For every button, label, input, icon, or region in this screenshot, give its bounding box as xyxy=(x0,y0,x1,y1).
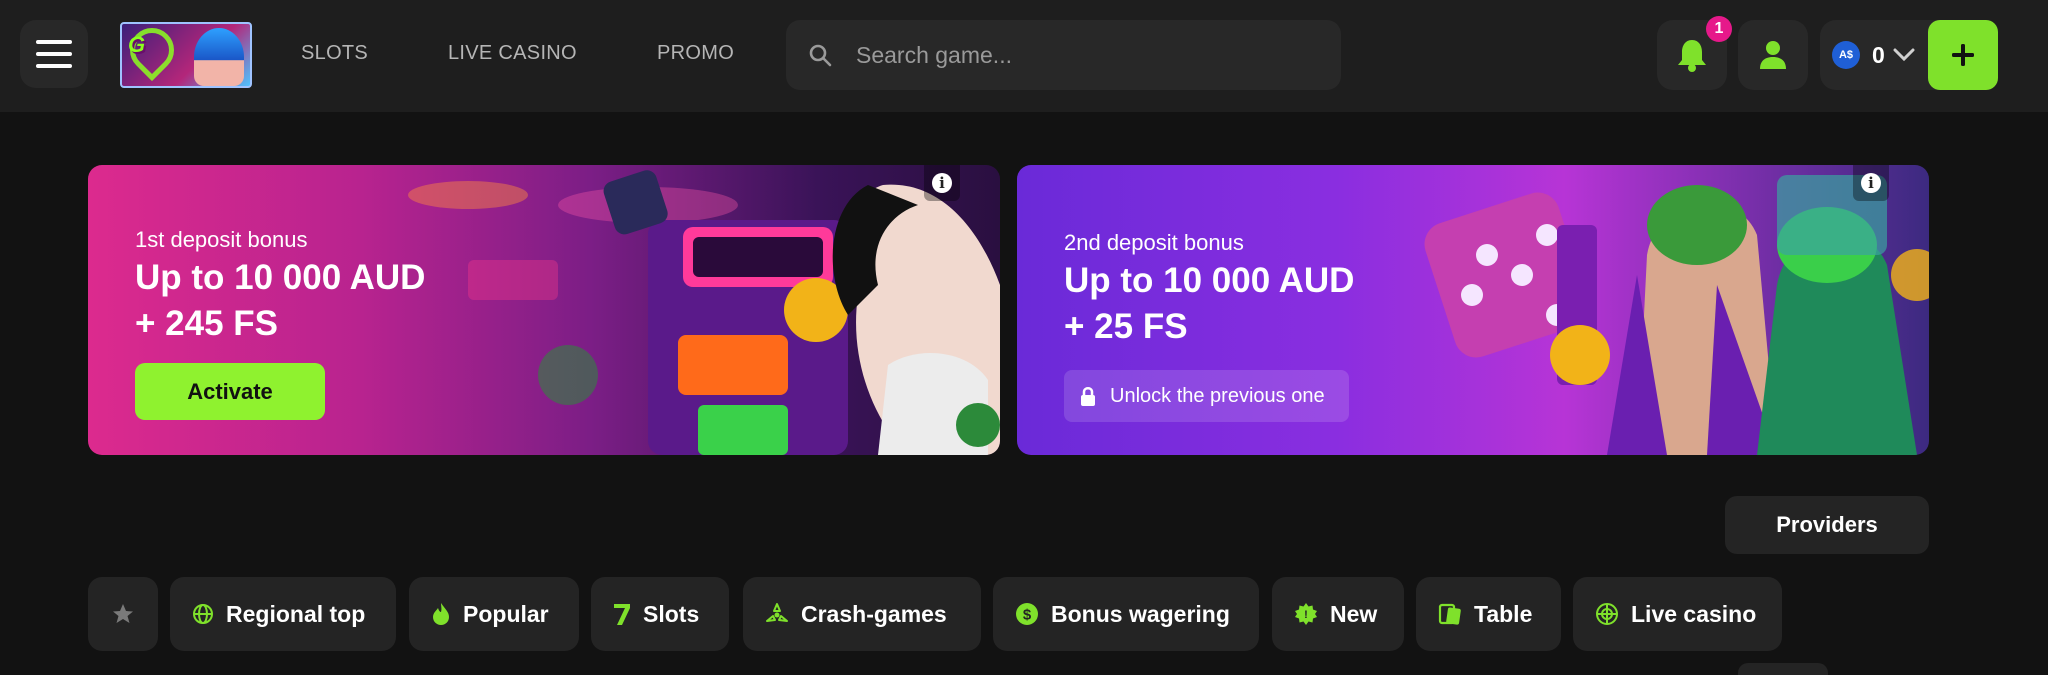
flame-icon xyxy=(433,603,449,625)
first-deposit-banner[interactable]: i 1st deposit bonus Up to 10 000 AUD + 2… xyxy=(88,165,1000,455)
banner-title-amount: Up to 10 000 AUD xyxy=(1064,261,1355,300)
seven-icon xyxy=(614,604,630,625)
star-icon xyxy=(113,604,133,623)
second-deposit-banner[interactable]: i 2nd deposit bonus Up to 10 000 AUD + 2… xyxy=(1017,165,1929,455)
category-crash-games[interactable]: Crash-games xyxy=(743,577,981,651)
logo-mark: G xyxy=(128,32,146,57)
plus-icon xyxy=(1952,44,1974,66)
logo-mascot xyxy=(194,28,244,86)
banner-subtitle: 2nd deposit bonus xyxy=(1064,230,1244,255)
search-box[interactable] xyxy=(786,20,1341,90)
search-input[interactable] xyxy=(856,20,1316,90)
profile-button[interactable] xyxy=(1738,20,1808,90)
chip-label: Popular xyxy=(463,600,549,627)
info-icon: i xyxy=(932,173,952,193)
banner-info-button[interactable]: i xyxy=(1853,165,1889,201)
nav-promo[interactable]: PROMO xyxy=(657,42,734,65)
chip-label: Slots xyxy=(643,600,700,627)
banner-info-button[interactable]: i xyxy=(924,165,960,201)
search-icon xyxy=(809,44,832,67)
balance-value: 0 xyxy=(1872,41,1885,68)
dollar-icon: $ xyxy=(1016,603,1038,625)
banner-subtitle: 1st deposit bonus xyxy=(135,227,308,252)
chip-label: New xyxy=(1330,600,1378,627)
category-bonus-wagering[interactable]: $ Bonus wagering xyxy=(993,577,1259,651)
site-logo[interactable]: G xyxy=(120,22,252,88)
hamburger-icon xyxy=(36,40,72,68)
globe-icon xyxy=(193,604,213,624)
chip-label: Crash-games xyxy=(801,600,947,627)
info-icon: i xyxy=(1861,173,1881,193)
chip-label: Live casino xyxy=(1631,600,1757,627)
unlock-label: Unlock the previous one xyxy=(1110,384,1325,407)
svg-text:!: ! xyxy=(1304,609,1308,621)
chip-label: Bonus wagering xyxy=(1051,600,1230,627)
currency-badge: A$ xyxy=(1832,41,1860,69)
chevron-down-icon xyxy=(1893,48,1915,62)
unlock-previous-button[interactable]: Unlock the previous one xyxy=(1064,370,1349,422)
providers-button[interactable]: Providers xyxy=(1725,496,1929,554)
nav-live-casino[interactable]: LIVE CASINO xyxy=(448,42,577,65)
top-header: G SLOTS LIVE CASINO PROMO 1 A$ 0 xyxy=(0,0,2048,112)
category-new[interactable]: ! New xyxy=(1272,577,1404,651)
chip-label: Table xyxy=(1474,600,1533,627)
new-badge-icon: ! xyxy=(1295,603,1317,625)
category-popular[interactable]: Popular xyxy=(409,577,579,651)
favorites-chip[interactable] xyxy=(88,577,158,651)
notification-badge: 1 xyxy=(1706,16,1732,42)
live-globe-icon xyxy=(1596,603,1618,625)
category-regional-top[interactable]: Regional top xyxy=(170,577,396,651)
bell-icon xyxy=(1678,40,1706,72)
category-live-casino[interactable]: Live casino xyxy=(1573,577,1782,651)
user-icon xyxy=(1760,41,1786,69)
radiation-icon xyxy=(766,603,788,622)
banner-title-amount: Up to 10 000 AUD xyxy=(135,258,426,297)
nav-slots[interactable]: SLOTS xyxy=(301,42,368,65)
next-row-edge xyxy=(1738,663,1828,675)
category-table[interactable]: Table xyxy=(1416,577,1561,651)
cards-icon xyxy=(1438,603,1461,625)
svg-text:$: $ xyxy=(1023,607,1032,624)
lock-icon xyxy=(1081,387,1095,406)
deposit-plus-button[interactable] xyxy=(1928,20,1998,90)
banner-title-fs: + 25 FS xyxy=(1064,307,1188,346)
banner-title-fs: + 245 FS xyxy=(135,304,279,343)
menu-button[interactable] xyxy=(20,20,88,88)
chip-label: Regional top xyxy=(226,600,366,627)
category-slots[interactable]: Slots xyxy=(591,577,729,651)
wallet-dropdown[interactable]: A$ 0 xyxy=(1820,20,1940,90)
activate-button[interactable]: Activate xyxy=(135,363,325,420)
